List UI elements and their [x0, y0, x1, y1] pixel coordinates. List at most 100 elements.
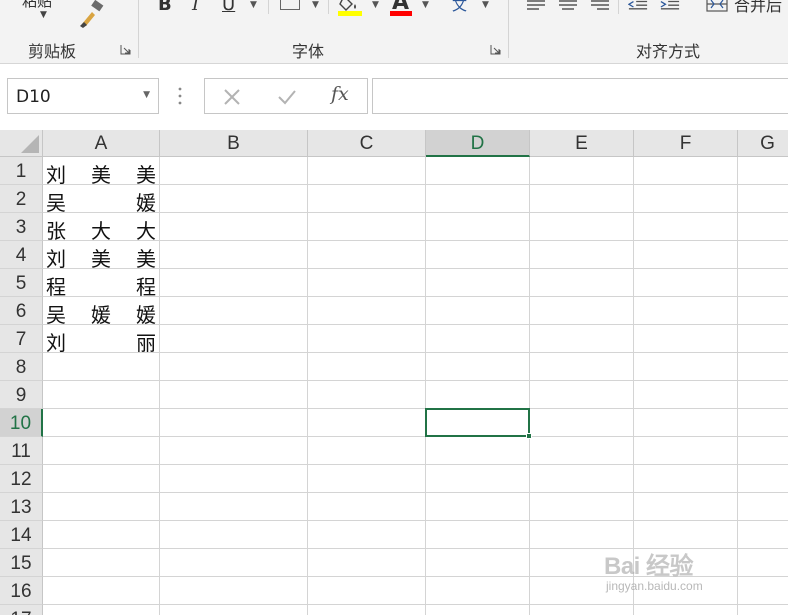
- row-header-7[interactable]: 7: [0, 325, 43, 353]
- column-header-c[interactable]: C: [308, 130, 426, 157]
- fill-color-dropdown-icon[interactable]: ▼: [372, 0, 379, 10]
- paste-dropdown-icon[interactable]: ▼: [40, 10, 47, 20]
- cell-b17[interactable]: [160, 605, 308, 615]
- name-box-dropdown-icon[interactable]: ▼: [143, 90, 150, 100]
- clipboard-dialog-launcher-icon[interactable]: [120, 44, 131, 55]
- cell-b16[interactable]: [160, 577, 308, 605]
- underline-dropdown-icon[interactable]: ▼: [250, 0, 257, 10]
- paste-button[interactable]: 粘贴: [22, 0, 52, 11]
- cell-g10[interactable]: [738, 409, 788, 437]
- cell-e1[interactable]: [530, 157, 634, 185]
- cell-e17[interactable]: [530, 605, 634, 615]
- cell-e4[interactable]: [530, 241, 634, 269]
- insert-function-icon[interactable]: fx: [331, 83, 349, 105]
- cell-f2[interactable]: [634, 185, 738, 213]
- cell-b8[interactable]: [160, 353, 308, 381]
- cell-b11[interactable]: [160, 437, 308, 465]
- cell-a16[interactable]: [43, 577, 160, 605]
- cell-d3[interactable]: [426, 213, 530, 241]
- row-header-1[interactable]: 1: [0, 157, 43, 185]
- cell-b5[interactable]: [160, 269, 308, 297]
- align-bottom-icon[interactable]: [590, 0, 610, 14]
- cell-f6[interactable]: [634, 297, 738, 325]
- cell-d16[interactable]: [426, 577, 530, 605]
- cell-f10[interactable]: [634, 409, 738, 437]
- column-header-b[interactable]: B: [160, 130, 308, 157]
- cell-b15[interactable]: [160, 549, 308, 577]
- row-header-6[interactable]: 6: [0, 297, 43, 325]
- cell-f14[interactable]: [634, 521, 738, 549]
- font-color-dropdown-icon[interactable]: ▼: [422, 0, 429, 10]
- cell-c16[interactable]: [308, 577, 426, 605]
- phonetic-guide-icon[interactable]: 文: [452, 0, 467, 15]
- row-header-11[interactable]: 11: [0, 437, 43, 465]
- cell-b12[interactable]: [160, 465, 308, 493]
- cell-g17[interactable]: [738, 605, 788, 615]
- cell-a13[interactable]: [43, 493, 160, 521]
- align-top-icon[interactable]: [526, 0, 546, 14]
- cell-f11[interactable]: [634, 437, 738, 465]
- row-header-16[interactable]: 16: [0, 577, 43, 605]
- cell-a9[interactable]: [43, 381, 160, 409]
- cell-b7[interactable]: [160, 325, 308, 353]
- cell-c13[interactable]: [308, 493, 426, 521]
- cell-g15[interactable]: [738, 549, 788, 577]
- cell-e14[interactable]: [530, 521, 634, 549]
- cell-f12[interactable]: [634, 465, 738, 493]
- cell-b13[interactable]: [160, 493, 308, 521]
- cell-a5[interactable]: 程程: [43, 269, 160, 299]
- cell-b1[interactable]: [160, 157, 308, 185]
- bold-button[interactable]: B: [158, 0, 172, 15]
- cell-g3[interactable]: [738, 213, 788, 241]
- cell-e6[interactable]: [530, 297, 634, 325]
- cell-c12[interactable]: [308, 465, 426, 493]
- row-header-13[interactable]: 13: [0, 493, 43, 521]
- cell-g13[interactable]: [738, 493, 788, 521]
- cell-c7[interactable]: [308, 325, 426, 353]
- cell-d4[interactable]: [426, 241, 530, 269]
- cell-e2[interactable]: [530, 185, 634, 213]
- cell-a6[interactable]: 吴媛媛: [43, 297, 160, 327]
- cell-e5[interactable]: [530, 269, 634, 297]
- format-painter-icon[interactable]: [76, 0, 106, 28]
- cell-c3[interactable]: [308, 213, 426, 241]
- cell-f3[interactable]: [634, 213, 738, 241]
- column-header-g[interactable]: G: [738, 130, 788, 157]
- cell-g12[interactable]: [738, 465, 788, 493]
- cell-g14[interactable]: [738, 521, 788, 549]
- cell-a15[interactable]: [43, 549, 160, 577]
- name-box[interactable]: D10 ▼: [7, 78, 159, 114]
- spreadsheet-grid[interactable]: A B C D E F G 1 刘美美 2 吴媛 3 张大大 4 刘美美 5 程程 6 吴媛媛 7 刘丽 8 9 10 11 12…: [0, 130, 788, 615]
- cell-a14[interactable]: [43, 521, 160, 549]
- cell-c11[interactable]: [308, 437, 426, 465]
- cell-a7[interactable]: 刘丽: [43, 325, 160, 355]
- cell-g4[interactable]: [738, 241, 788, 269]
- cell-c10[interactable]: [308, 409, 426, 437]
- select-all-button[interactable]: [0, 130, 43, 157]
- cell-a12[interactable]: [43, 465, 160, 493]
- italic-button[interactable]: I: [192, 0, 199, 15]
- cell-c6[interactable]: [308, 297, 426, 325]
- cell-c2[interactable]: [308, 185, 426, 213]
- cell-g11[interactable]: [738, 437, 788, 465]
- cell-b2[interactable]: [160, 185, 308, 213]
- cell-a4[interactable]: 刘美美: [43, 241, 160, 271]
- cell-f7[interactable]: [634, 325, 738, 353]
- column-header-d[interactable]: D: [426, 130, 530, 157]
- row-header-8[interactable]: 8: [0, 353, 43, 381]
- merge-center-icon[interactable]: [706, 0, 728, 12]
- increase-indent-icon[interactable]: [660, 0, 680, 14]
- cell-g8[interactable]: [738, 353, 788, 381]
- cell-g7[interactable]: [738, 325, 788, 353]
- column-header-f[interactable]: F: [634, 130, 738, 157]
- row-header-4[interactable]: 4: [0, 241, 43, 269]
- row-header-9[interactable]: 9: [0, 381, 43, 409]
- cell-f13[interactable]: [634, 493, 738, 521]
- cell-d8[interactable]: [426, 353, 530, 381]
- cell-a11[interactable]: [43, 437, 160, 465]
- cell-a10[interactable]: [43, 409, 160, 437]
- cell-f1[interactable]: [634, 157, 738, 185]
- cell-f4[interactable]: [634, 241, 738, 269]
- cell-d7[interactable]: [426, 325, 530, 353]
- cell-d6[interactable]: [426, 297, 530, 325]
